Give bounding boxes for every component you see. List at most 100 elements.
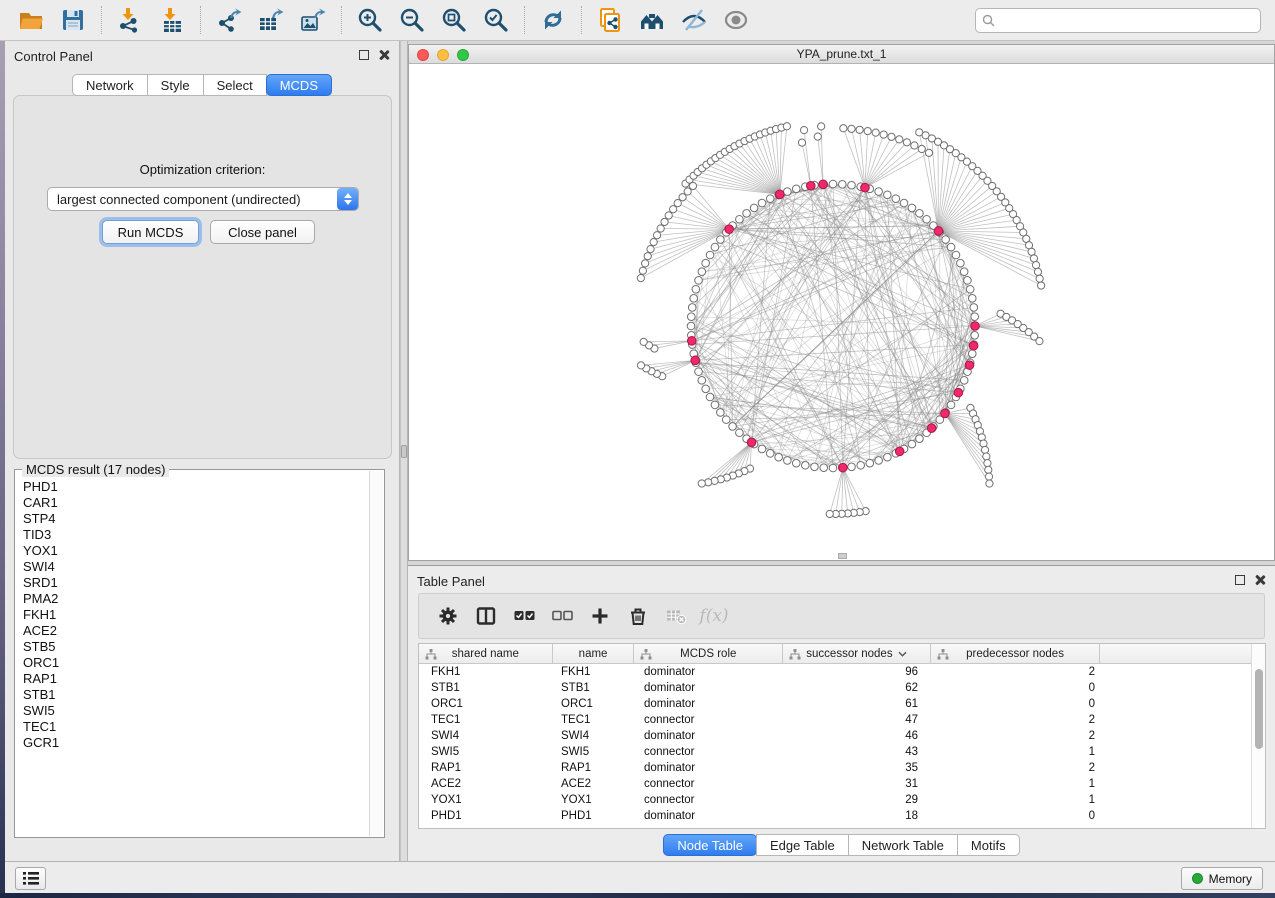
result-list-item[interactable]: GCR1 [16,735,369,751]
export-network-icon[interactable] [212,5,246,35]
tab-node-table[interactable]: Node Table [663,834,757,856]
dominator-node[interactable] [927,424,936,433]
network-node[interactable] [971,331,979,339]
column-header-name[interactable]: name [553,644,635,663]
leaf-node[interactable] [665,212,672,219]
network-node[interactable] [711,243,719,251]
close-panel-button[interactable]: Close panel [210,220,315,244]
network-node[interactable] [916,210,924,218]
tab-network[interactable]: Network [72,74,148,96]
float-panel-icon[interactable] [359,50,369,60]
cell-successor-nodes[interactable]: 47 [784,712,932,728]
leaf-node[interactable] [1038,282,1045,289]
network-node[interactable] [848,463,856,471]
network-node[interactable] [942,236,950,244]
network-node[interactable] [908,440,916,448]
leaf-node[interactable] [642,260,649,267]
cell-name[interactable]: YOX1 [553,792,635,808]
tab-select[interactable]: Select [203,74,267,96]
float-table-panel-icon[interactable] [1235,575,1245,585]
panel-layout-icon[interactable] [467,599,505,633]
network-node[interactable] [688,304,696,312]
table-row[interactable]: SWI4SWI4dominator462 [419,728,1251,744]
cell-MCDS-role[interactable]: dominator [635,728,784,744]
cell-name[interactable]: SWI4 [553,728,635,744]
dominator-node[interactable] [839,463,848,472]
network-node[interactable] [784,457,792,465]
table-row[interactable]: FKH1FKH1dominator962 [419,664,1251,680]
leaf-node[interactable] [698,480,705,487]
zoom-fit-icon[interactable] [437,5,471,35]
network-node[interactable] [729,423,737,431]
leaf-node[interactable] [798,139,805,146]
table-row[interactable]: ACE2ACE2connector311 [419,776,1251,792]
leaf-node[interactable] [864,127,871,134]
network-node[interactable] [957,259,965,267]
leaf-node[interactable] [1032,262,1039,269]
settings-icon[interactable] [429,599,467,633]
network-node[interactable] [801,461,809,469]
memory-button[interactable]: Memory [1181,867,1263,890]
cell-successor-nodes[interactable]: 62 [784,680,932,696]
network-node[interactable] [966,285,974,293]
leaf-node[interactable] [985,473,992,480]
search-network-icon[interactable] [635,5,669,35]
close-table-panel-icon[interactable] [1254,574,1265,585]
network-node[interactable] [960,268,968,276]
network-node[interactable] [971,313,979,321]
leaf-node[interactable] [896,136,903,143]
network-node[interactable] [784,188,792,196]
zoom-in-icon[interactable] [353,5,387,35]
leaf-node[interactable] [657,225,664,232]
leaf-node[interactable] [984,460,991,467]
result-list-item[interactable]: TEC1 [16,719,369,735]
table-row[interactable]: PHD1PHD1dominator180 [419,808,1251,824]
splitter-handle[interactable] [401,445,407,458]
network-node[interactable] [717,236,725,244]
network-node[interactable] [702,385,710,393]
result-list-item[interactable]: SWI4 [16,559,369,575]
result-scrollbar[interactable] [369,471,383,836]
leaf-node[interactable] [848,125,855,132]
tab-style[interactable]: Style [147,74,204,96]
result-list-item[interactable]: STB5 [16,639,369,655]
network-node[interactable] [758,199,766,207]
tab-motifs[interactable]: Motifs [957,834,1020,856]
leaf-node[interactable] [925,149,932,156]
network-node[interactable] [698,377,706,385]
leaf-node[interactable] [986,480,993,487]
dominator-node[interactable] [954,388,963,397]
cell-successor-nodes[interactable]: 31 [784,776,932,792]
leaf-node[interactable] [1036,275,1043,282]
network-node[interactable] [968,350,976,358]
import-network-icon[interactable] [113,5,147,35]
leaf-node[interactable] [981,446,988,453]
cell-MCDS-role[interactable]: dominator [635,696,784,712]
network-node[interactable] [758,445,766,453]
cell-name[interactable]: SWI5 [553,744,635,760]
table-scrollbar[interactable] [1251,644,1265,828]
cell-shared-name[interactable]: SWI4 [419,728,553,744]
network-canvas[interactable] [409,64,1274,560]
dominator-node[interactable] [747,438,756,447]
cell-MCDS-role[interactable]: connector [635,776,784,792]
cell-name[interactable]: ORC1 [553,696,635,712]
import-table-icon[interactable] [155,5,189,35]
leaf-node[interactable] [670,206,677,213]
save-session-icon[interactable] [56,5,90,35]
cell-predecessor-nodes[interactable]: 0 [932,680,1102,696]
dominator-node[interactable] [687,337,696,346]
hide-graphics-icon[interactable] [677,5,711,35]
scrollbar-thumb[interactable] [1255,669,1263,749]
cell-predecessor-nodes[interactable]: 0 [932,696,1102,712]
leaf-node[interactable] [856,126,863,133]
search-input[interactable] [995,11,1260,31]
network-node[interactable] [829,180,837,188]
search-box[interactable] [975,8,1261,33]
leaf-node[interactable] [880,131,887,138]
result-list-item[interactable]: SRD1 [16,575,369,591]
cell-successor-nodes[interactable]: 96 [784,664,932,680]
tab-network-table[interactable]: Network Table [848,834,958,856]
cell-name[interactable]: PHD1 [553,808,635,824]
network-node[interactable] [695,277,703,285]
